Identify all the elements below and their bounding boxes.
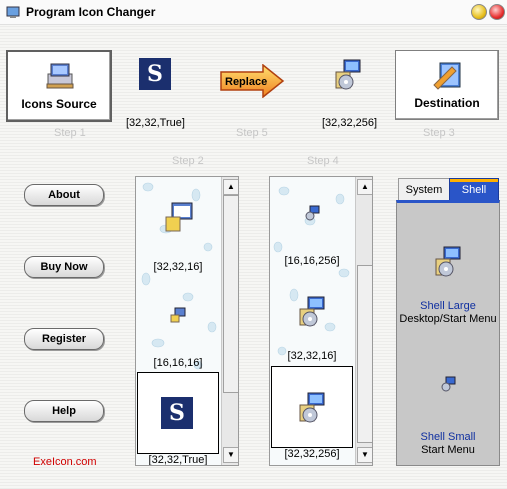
list-item[interactable]: [32,32,16] xyxy=(270,295,354,365)
title-bar: Program Icon Changer xyxy=(0,0,507,25)
replace-button[interactable]: Replace xyxy=(219,64,285,98)
shell-small-title: Shell Small xyxy=(420,431,476,443)
selected-list-item[interactable]: S xyxy=(137,372,219,454)
source-icon-info: [32,32,True] xyxy=(126,117,185,129)
setup-box-icon xyxy=(170,307,186,323)
step-3-label: Step 3 xyxy=(423,127,455,139)
dest-item-label: [32,32,256] xyxy=(284,448,340,460)
scroll-up-arrow[interactable]: ▲ xyxy=(223,179,238,195)
shell-small-subtitle: Start Menu xyxy=(421,444,475,456)
source-item-label: [32,32,True] xyxy=(148,454,208,466)
source-item-label: [16,16,16] xyxy=(153,357,203,369)
setup-box-icon xyxy=(165,202,193,232)
app-window: Program Icon Changer Icons Source Step 1… xyxy=(0,0,507,489)
icons-source-label: Icons Source xyxy=(21,97,97,111)
tab-system[interactable]: System xyxy=(398,178,450,201)
destination-icon-list[interactable]: [16,16,256] [32,32,16] [32,32,256] ▲ ▼ xyxy=(269,176,373,466)
tab-shell[interactable]: Shell xyxy=(449,178,499,201)
step-4-label: Step 4 xyxy=(307,155,339,167)
scroll-up-arrow[interactable]: ▲ xyxy=(357,179,372,195)
step-2-label: Step 2 xyxy=(172,155,204,167)
source-list-scrollbar[interactable]: ▲ ▼ xyxy=(221,177,238,465)
window-title: Program Icon Changer xyxy=(26,5,156,19)
icons-source-button[interactable]: Icons Source xyxy=(6,50,112,122)
dest-list-scrollbar[interactable]: ▲ ▼ xyxy=(355,177,372,465)
scroll-thumb[interactable] xyxy=(223,195,238,393)
dest-item-label: [32,32,16] xyxy=(287,350,337,362)
shell-large-title: Shell Large xyxy=(420,300,476,312)
source-icon-list[interactable]: [32,32,16] [16,16,16] S [32,32,True] ▲ ▼ xyxy=(135,176,239,466)
exeicon-link[interactable]: ExeIcon.com xyxy=(33,456,97,468)
dest-icon-info: [32,32,256] xyxy=(322,117,378,129)
app-icon xyxy=(6,6,20,18)
replace-label: Replace xyxy=(225,76,267,88)
source-item-label: [32,32,16] xyxy=(153,261,203,273)
about-button[interactable]: About xyxy=(24,184,104,206)
scroll-down-arrow[interactable]: ▼ xyxy=(357,447,372,463)
list-item[interactable]: [32,32,16] xyxy=(136,199,220,277)
selected-list-item[interactable] xyxy=(271,366,353,448)
scroll-down-arrow[interactable]: ▼ xyxy=(223,447,238,463)
list-item[interactable]: [16,16,256] xyxy=(270,203,354,273)
register-button[interactable]: Register xyxy=(24,328,104,350)
shell-large-subtitle: Desktop/Start Menu xyxy=(399,313,497,325)
installer-icon xyxy=(441,376,456,392)
destination-icon xyxy=(433,62,461,90)
destination-label: Destination xyxy=(414,96,480,110)
installer-icon xyxy=(435,246,461,277)
installer-icon xyxy=(299,392,325,423)
installer-icon xyxy=(335,59,361,90)
buy-now-button[interactable]: Buy Now xyxy=(24,256,104,278)
help-button[interactable]: Help xyxy=(24,400,104,422)
icon-type-tabs: System Shell Shell Large Desktop/Start M… xyxy=(396,178,500,466)
list-item[interactable]: [16,16,16] xyxy=(136,303,220,369)
installer-icon xyxy=(299,296,325,327)
shell-tab-content: Shell Large Desktop/Start Menu Shell Sma… xyxy=(396,200,500,466)
dest-item-label: [16,16,256] xyxy=(284,255,340,267)
computer-folder-icon xyxy=(46,63,74,89)
s-logo-icon: S xyxy=(139,58,171,90)
close-button[interactable] xyxy=(489,4,505,20)
step-1-label: Step 1 xyxy=(54,127,86,139)
minimize-button[interactable] xyxy=(471,4,487,20)
step-5-label: Step 5 xyxy=(236,127,268,139)
destination-button[interactable]: Destination xyxy=(395,50,499,120)
scroll-thumb[interactable] xyxy=(357,265,372,443)
installer-icon xyxy=(305,205,320,221)
s-logo-icon: S xyxy=(161,397,193,429)
